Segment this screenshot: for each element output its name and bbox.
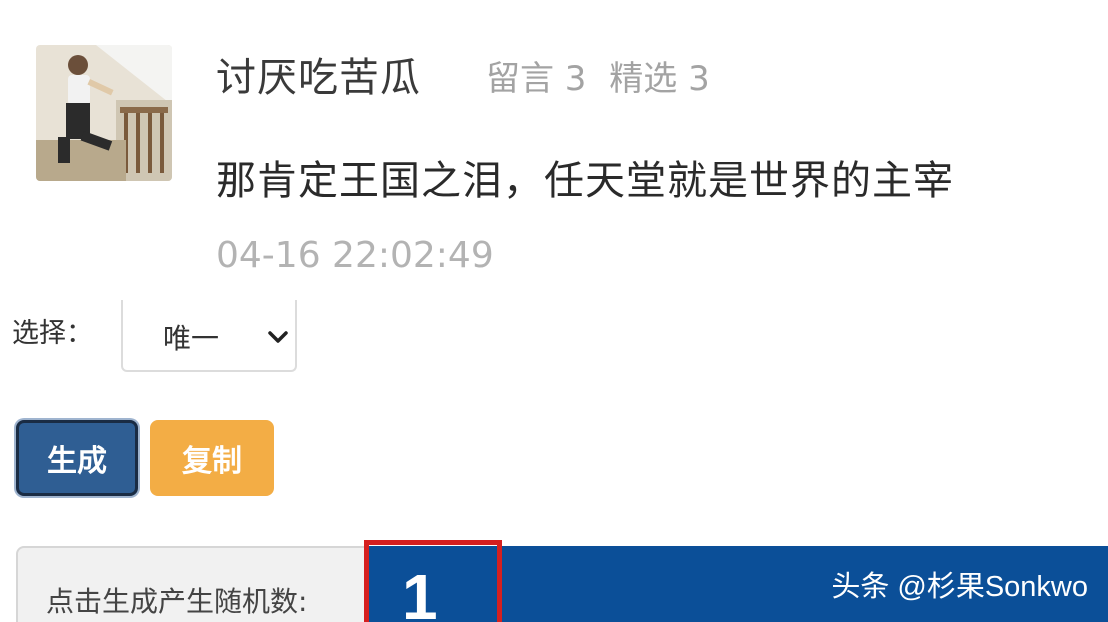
comment-text: 那肯定王国之泪，任天堂就是世界的主宰 bbox=[216, 158, 954, 204]
comment-timestamp: 04-16 22:02:49 bbox=[216, 235, 494, 276]
mode-select[interactable]: 唯一 bbox=[121, 300, 297, 372]
result-label-box: 点击生成产生随机数: bbox=[16, 546, 366, 622]
watermark: 头条 @杉果Sonkwo bbox=[831, 571, 1088, 603]
chevron-down-icon bbox=[268, 331, 288, 343]
avatar-photo bbox=[36, 45, 172, 181]
select-value: 唯一 bbox=[163, 322, 220, 355]
user-avatar[interactable] bbox=[36, 45, 172, 181]
user-stats: 留言 3 精选 3 bbox=[486, 56, 722, 102]
select-label: 选择： bbox=[12, 318, 93, 349]
highlight-box bbox=[364, 540, 502, 622]
generate-button[interactable]: 生成 bbox=[16, 420, 138, 496]
result-label: 点击生成产生随机数: bbox=[46, 585, 308, 618]
copy-button[interactable]: 复制 bbox=[150, 420, 274, 496]
message-count: 留言 3 bbox=[486, 59, 587, 99]
comment-username[interactable]: 讨厌吃苦瓜 bbox=[216, 52, 421, 104]
featured-count: 精选 3 bbox=[609, 59, 710, 99]
